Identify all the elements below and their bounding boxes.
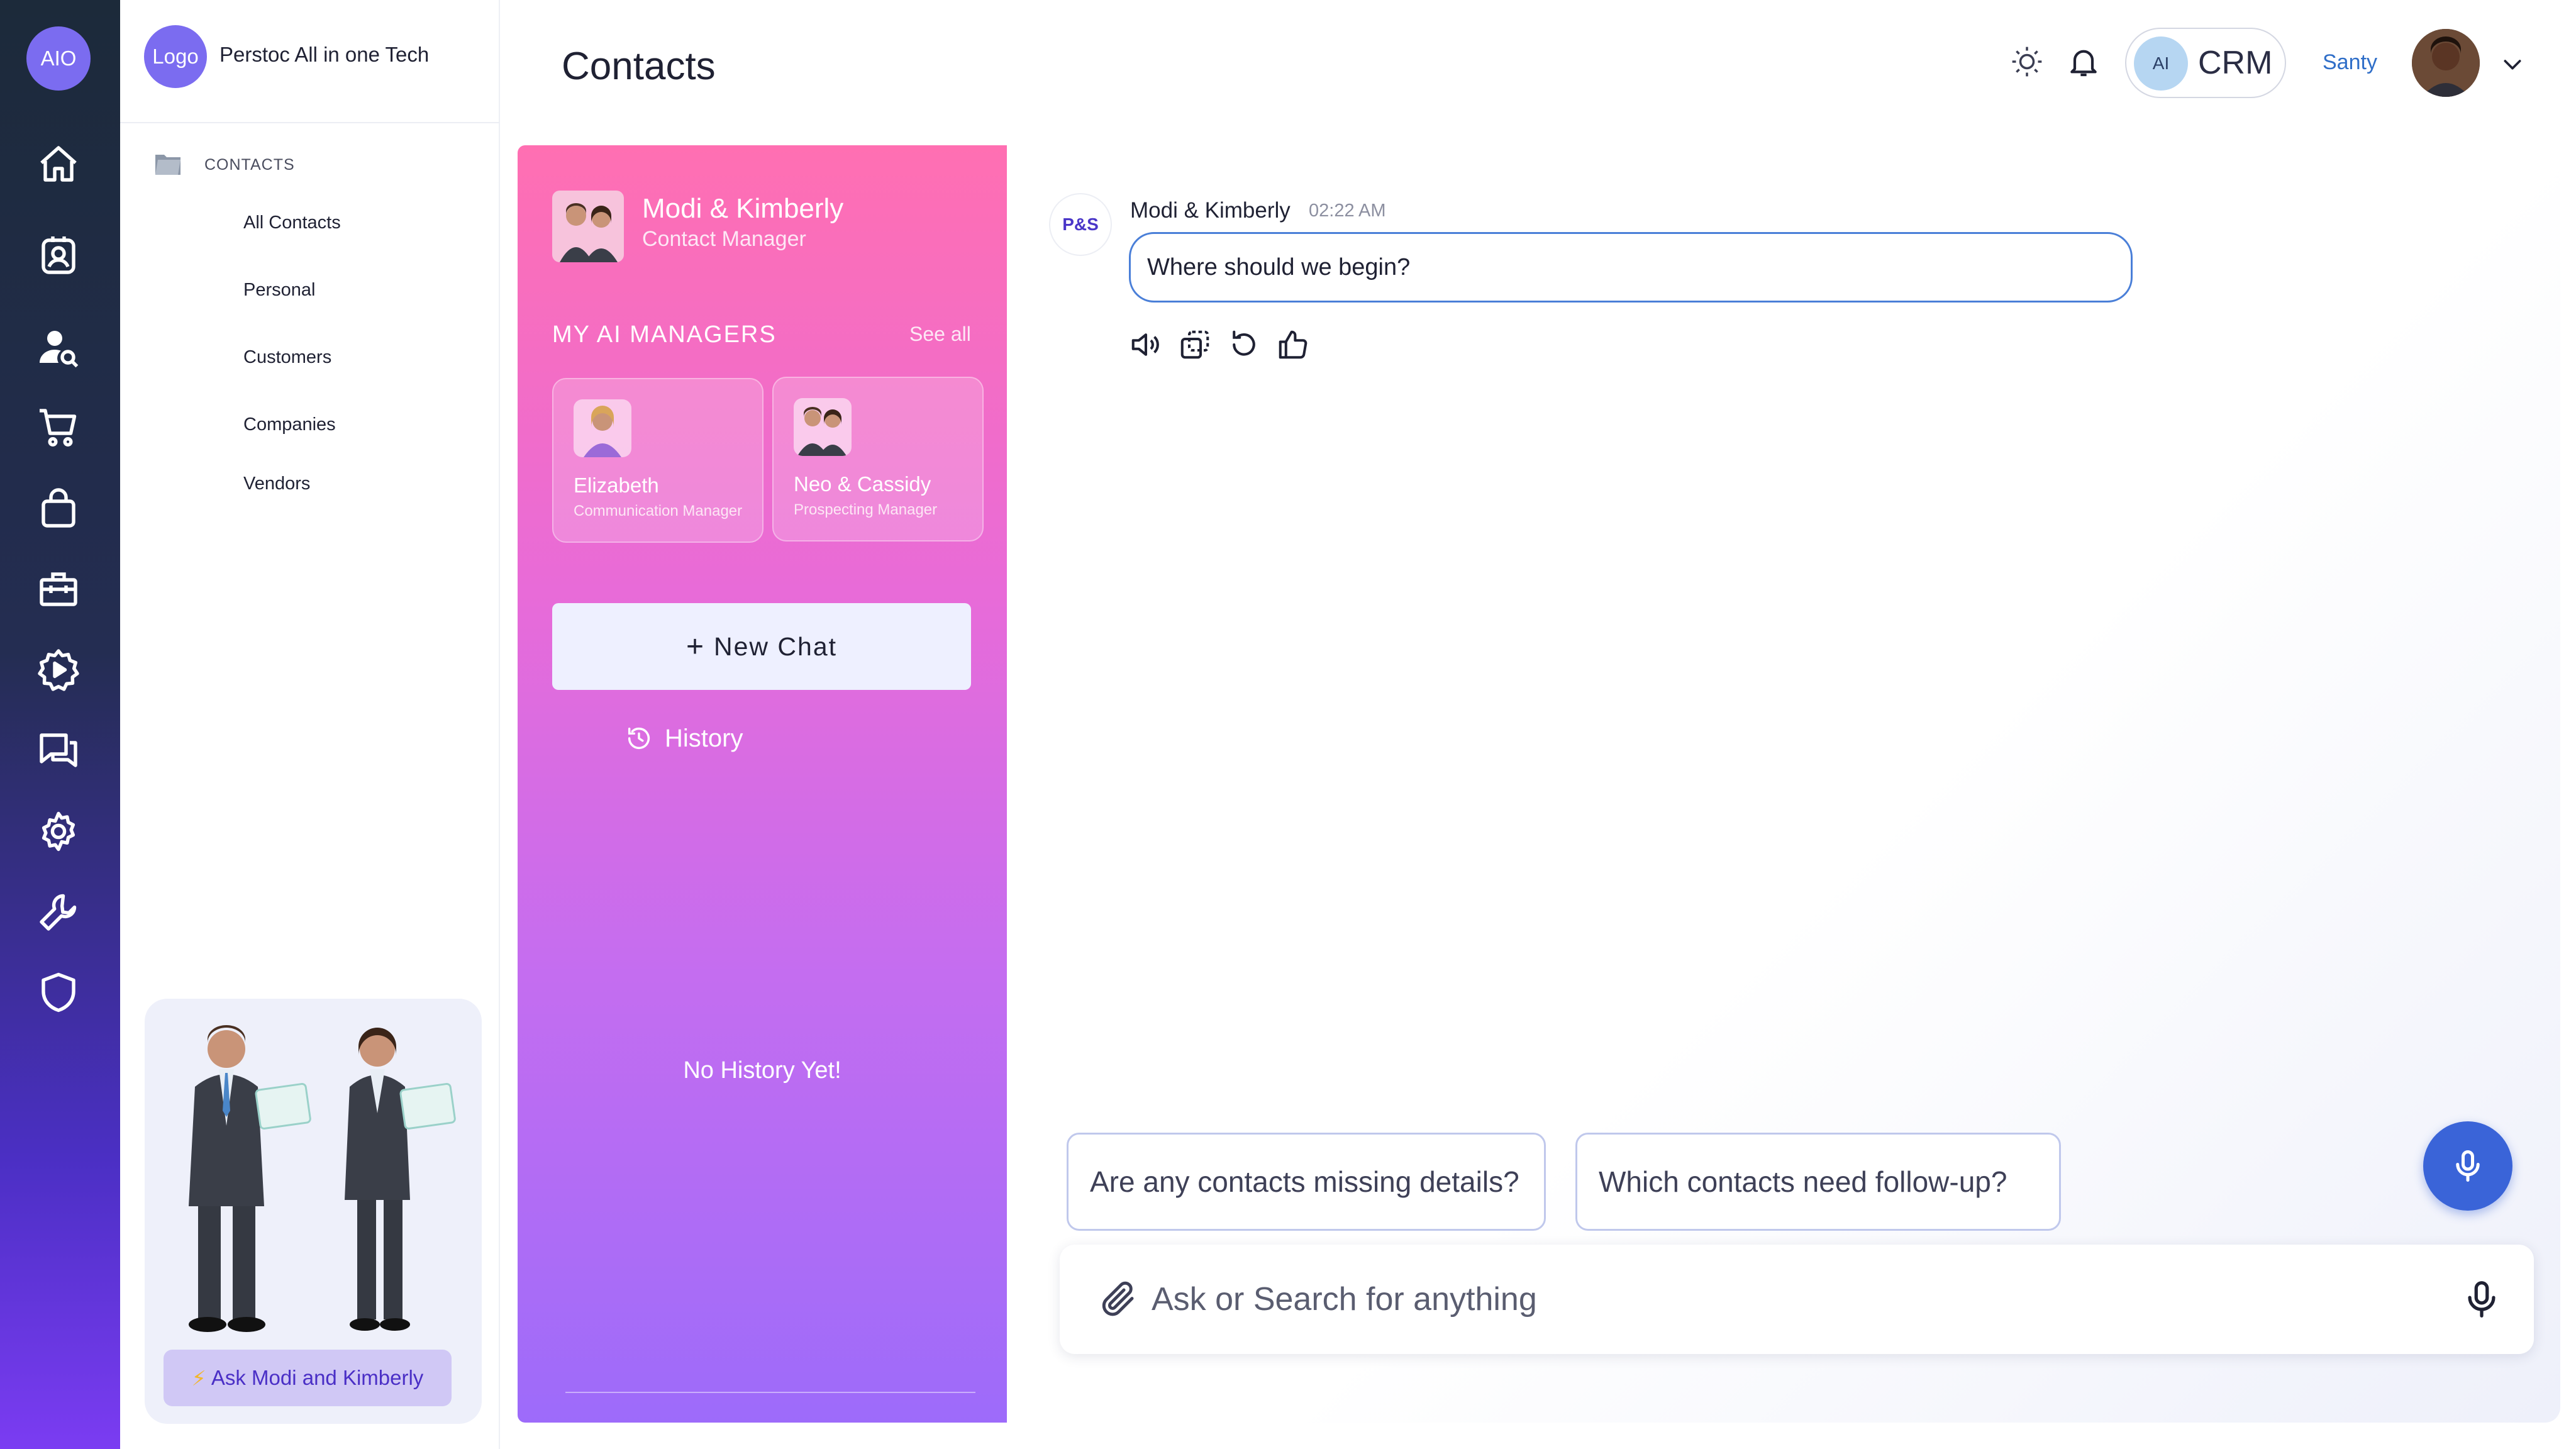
shopping-bag-icon[interactable] — [33, 484, 84, 534]
new-chat-button[interactable]: + New Chat — [552, 603, 971, 690]
crm-switcher[interactable]: AI CRM — [2125, 28, 2286, 98]
section-label-contacts: CONTACTS — [204, 156, 295, 174]
contact-badge-icon[interactable] — [33, 230, 84, 280]
message-bubble: Where should we begin? — [1129, 232, 2133, 303]
panel-divider — [565, 1392, 975, 1393]
cog-play-icon[interactable] — [33, 645, 84, 695]
nav-customers[interactable]: Customers — [243, 347, 331, 368]
regenerate-icon[interactable] — [1227, 328, 1261, 362]
shield-icon[interactable] — [33, 967, 84, 1018]
ai-manager-panel: Modi & Kimberly Contact Manager MY AI MA… — [518, 145, 1007, 1423]
suggestion-chip[interactable]: Are any contacts missing details? — [1067, 1133, 1546, 1231]
org-header: Logo Perstoc All in one Tech — [120, 0, 500, 123]
elizabeth-avatar — [574, 399, 631, 457]
manager-role: Contact Manager — [642, 227, 806, 251]
crm-label: CRM — [2198, 45, 2273, 81]
home-icon[interactable] — [33, 140, 84, 190]
wrench-icon[interactable] — [33, 887, 84, 937]
message-actions — [1129, 328, 1310, 362]
top-header: Contacts AI CRM Santy — [500, 0, 2576, 123]
empty-history-text: No History Yet! — [683, 1057, 841, 1084]
settings-icon[interactable] — [33, 806, 84, 857]
cart-icon[interactable] — [33, 402, 84, 453]
neo-cassidy-avatar — [794, 398, 852, 456]
suggestion-chip[interactable]: Which contacts need follow-up? — [1575, 1133, 2061, 1231]
user-search-icon[interactable] — [33, 323, 84, 373]
search-bar — [1060, 1245, 2534, 1354]
see-all-link[interactable]: See all — [909, 323, 971, 346]
manager-card-name: Neo & Cassidy — [794, 472, 931, 496]
manager-card-neo-cassidy[interactable]: Neo & Cassidy Prospecting Manager — [772, 377, 984, 541]
briefcase-icon[interactable] — [33, 564, 84, 614]
org-logo[interactable]: Logo — [144, 25, 207, 88]
app-logo[interactable]: AIO — [26, 26, 91, 91]
lightning-icon: ⚡ — [191, 1366, 206, 1390]
paperclip-icon[interactable] — [1097, 1279, 1139, 1320]
voice-mic-button[interactable] — [2423, 1121, 2512, 1211]
message-time: 02:22 AM — [1309, 201, 1386, 221]
ask-modi-kimberly-label: Ask Modi and Kimberly — [211, 1366, 424, 1389]
my-ai-managers-title: MY AI MANAGERS — [552, 321, 777, 348]
manager-card-name: Elizabeth — [574, 474, 659, 497]
thumbs-up-icon[interactable] — [1276, 328, 1310, 362]
chevron-down-icon[interactable] — [2500, 52, 2525, 77]
bot-avatar-badge: P&S — [1049, 193, 1112, 256]
org-name[interactable]: Perstoc All in one Tech — [219, 43, 429, 67]
search-input[interactable] — [1152, 1270, 2346, 1329]
user-name[interactable]: Santy — [2323, 50, 2377, 75]
manager-avatar — [552, 191, 624, 262]
ask-modi-kimberly-button[interactable]: ⚡ Ask Modi and Kimberly — [164, 1350, 452, 1406]
chat-icon[interactable] — [33, 725, 84, 775]
manager-card-role: Prospecting Manager — [794, 501, 938, 518]
nav-vendors[interactable]: Vendors — [243, 474, 310, 494]
message-author: Modi & Kimberly — [1130, 198, 1291, 223]
user-avatar[interactable] — [2412, 29, 2480, 97]
nav-all-contacts[interactable]: All Contacts — [243, 213, 341, 233]
search-microphone-icon[interactable] — [2460, 1277, 2504, 1321]
history-clock-icon — [628, 727, 650, 750]
microphone-icon — [2456, 1150, 2480, 1182]
copy-icon[interactable] — [1178, 328, 1212, 362]
manager-card-role: Communication Manager — [574, 502, 743, 519]
history-link[interactable]: History — [625, 724, 743, 753]
folder-icon — [155, 155, 180, 175]
manager-name: Modi & Kimberly — [642, 193, 844, 224]
page-title: Contacts — [562, 45, 716, 88]
theme-sun-icon[interactable] — [2009, 44, 2045, 79]
crm-ai-badge: AI — [2134, 36, 2188, 91]
history-label: History — [665, 724, 743, 752]
ai-characters-illustration — [189, 1025, 456, 1332]
icon-rail: AIO — [0, 0, 120, 1449]
chat-area: P&S Modi & Kimberly 02:22 AM Where shoul… — [1007, 145, 2560, 1423]
nav-personal[interactable]: Personal — [243, 280, 315, 301]
nav-companies[interactable]: Companies — [243, 414, 336, 435]
plus-icon: + — [686, 630, 705, 663]
new-chat-label: New Chat — [714, 631, 838, 661]
notification-bell-icon[interactable] — [2066, 44, 2101, 79]
manager-card-elizabeth[interactable]: Elizabeth Communication Manager — [552, 378, 763, 543]
speaker-icon[interactable] — [1129, 328, 1163, 362]
ai-promo-card: ⚡ Ask Modi and Kimberly — [145, 999, 482, 1424]
